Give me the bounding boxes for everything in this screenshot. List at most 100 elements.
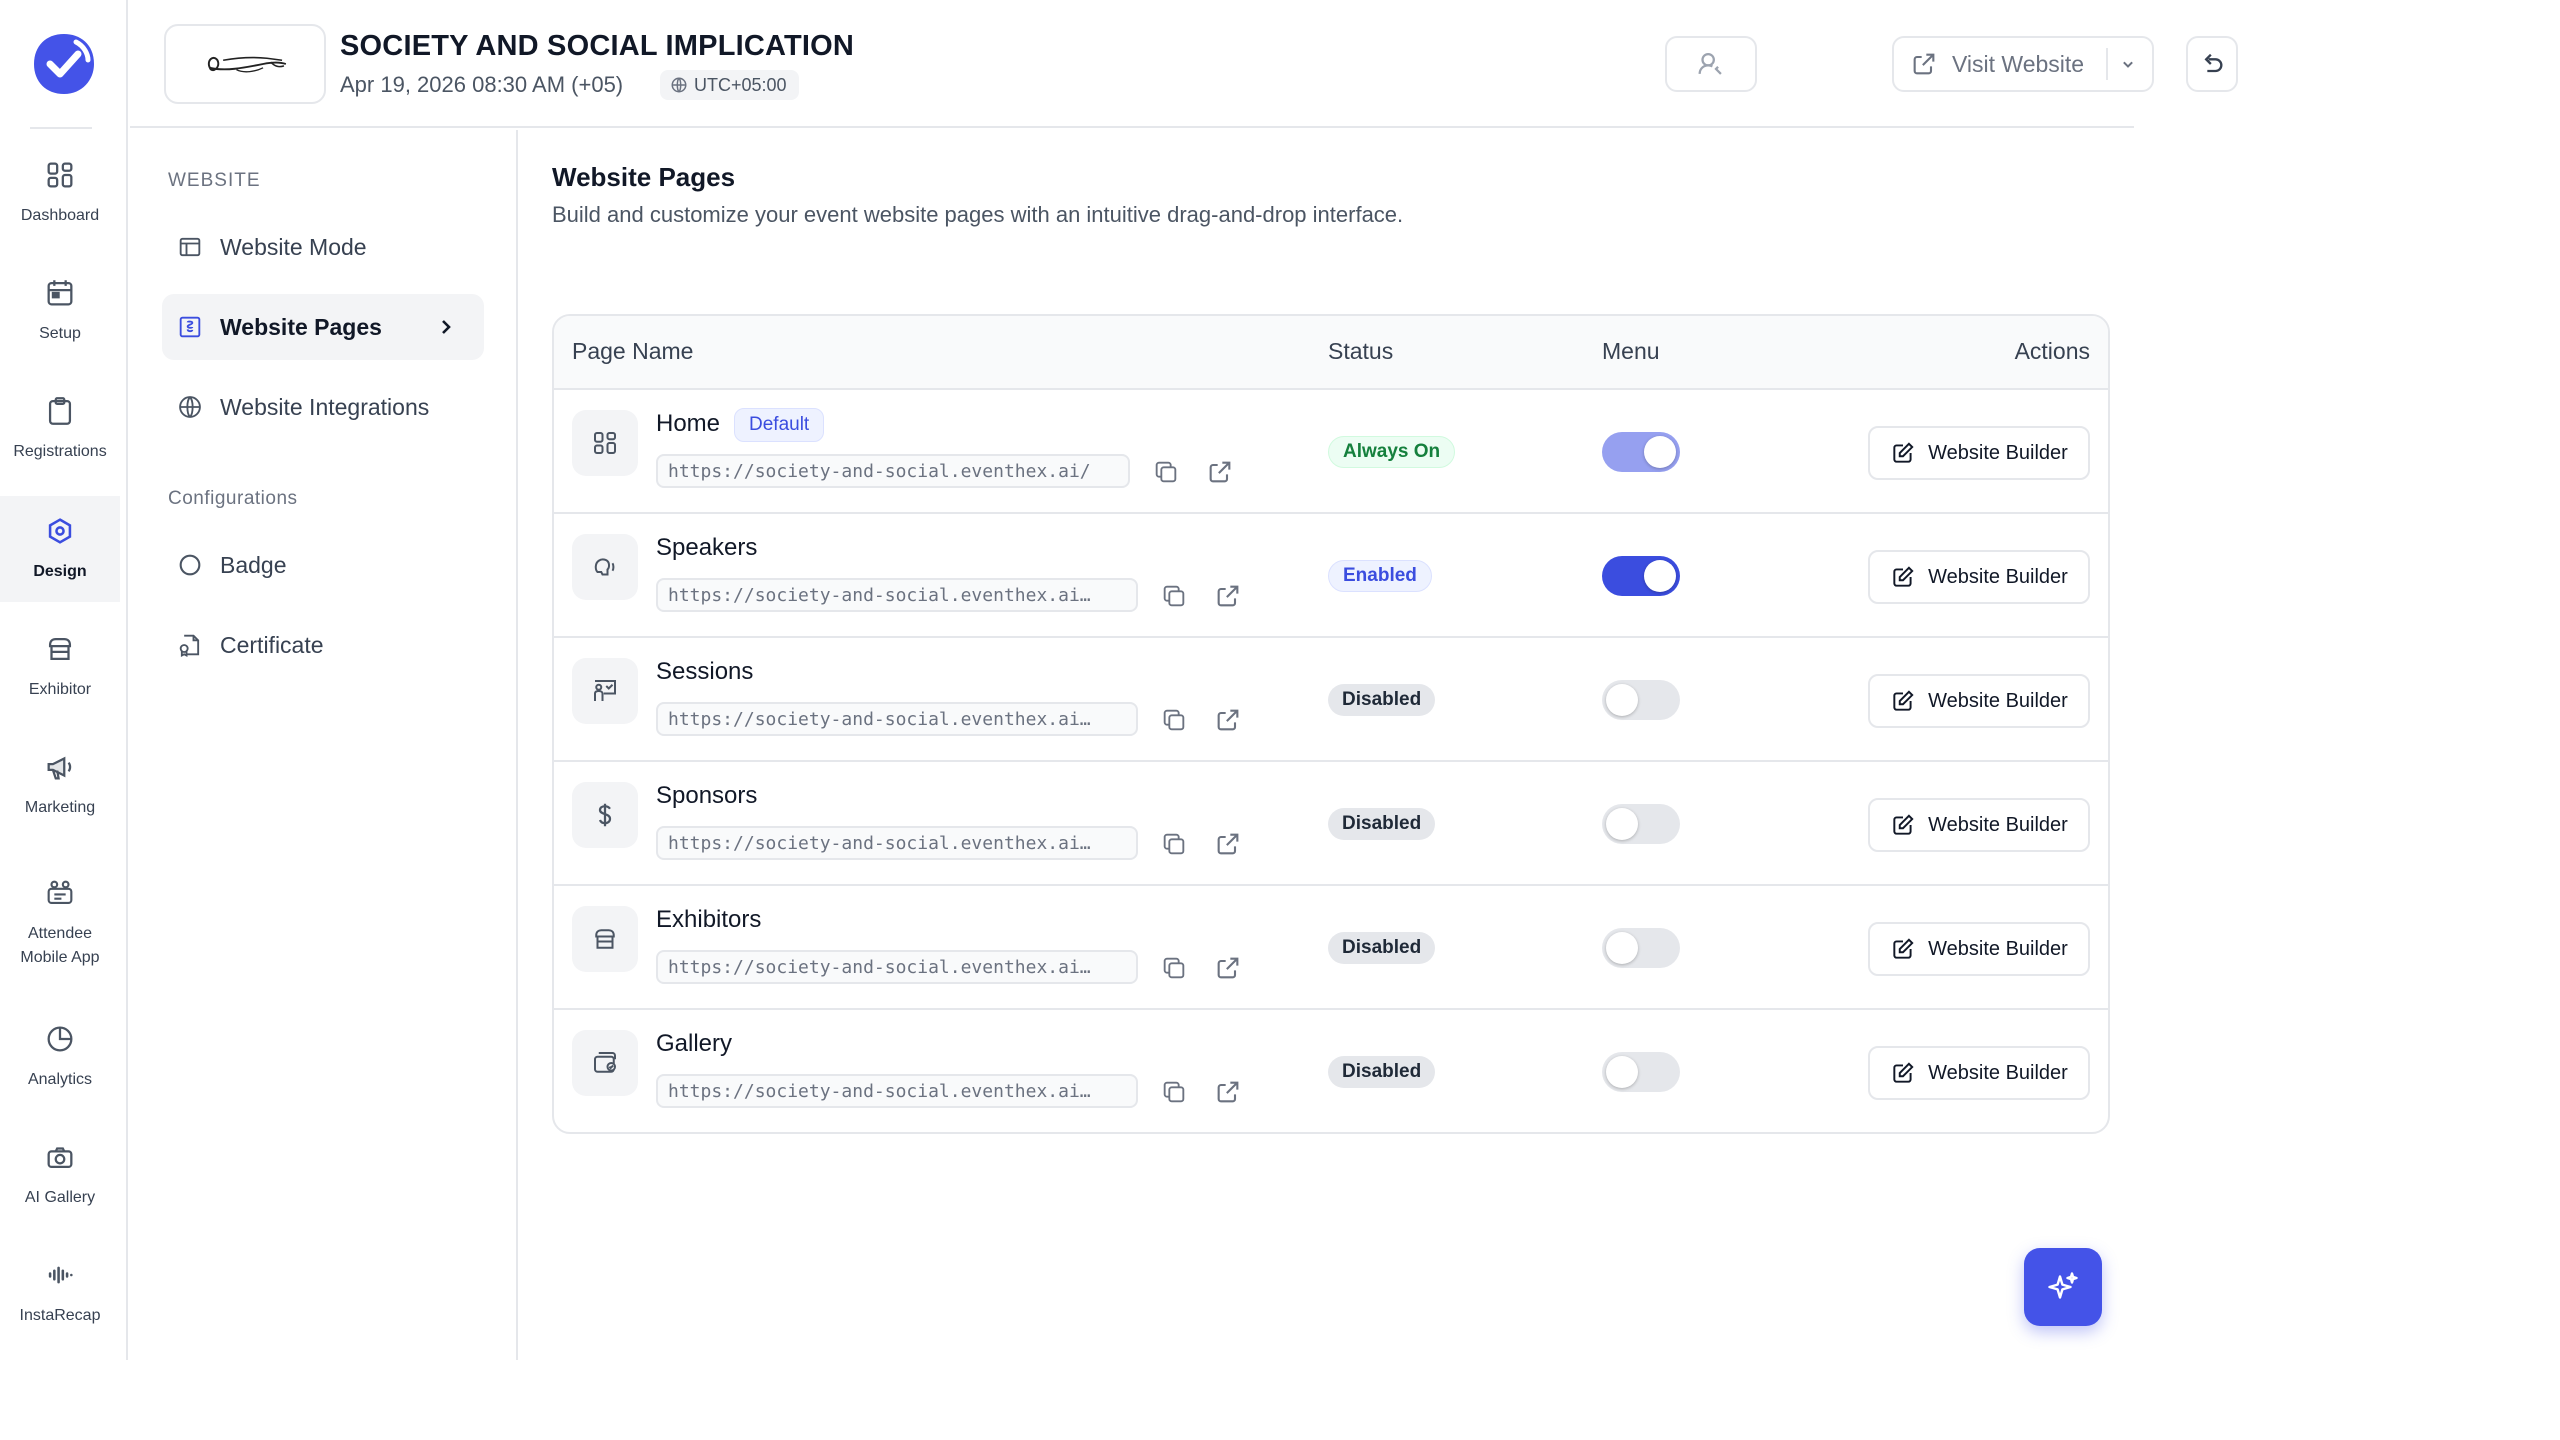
toggle-knob (1644, 436, 1676, 468)
app-logo[interactable] (30, 30, 98, 98)
rail-item-registrations[interactable]: Registrations (0, 376, 120, 482)
menu-toggle[interactable] (1602, 1052, 1680, 1092)
top-header: SOCIETY AND SOCIAL IMPLICATION Apr 19, 2… (130, 0, 2238, 128)
page-url[interactable]: https://society-and-social.eventhex.ai/ (656, 454, 1130, 488)
default-badge: Default (734, 408, 825, 442)
external-link-icon[interactable] (1214, 582, 1242, 610)
external-link-icon[interactable] (1214, 706, 1242, 734)
left-rail: Dashboard Setup Registrations Design Exh… (0, 0, 128, 1360)
page-url[interactable]: https://society-and-social.eventhex.ai… (656, 950, 1138, 984)
rail-item-marketing[interactable]: Marketing (0, 732, 120, 838)
visit-website-button[interactable]: Visit Website (1892, 36, 2154, 92)
website-builder-button[interactable]: Website Builder (1868, 674, 2090, 728)
menu-toggle[interactable] (1602, 432, 1680, 472)
page-url[interactable]: https://society-and-social.eventhex.ai… (656, 826, 1138, 860)
subnav-label: Website Mode (220, 233, 367, 260)
ai-assistant-button[interactable] (2024, 1248, 2102, 1326)
subnav-label: Website Pages (220, 313, 382, 340)
page-url[interactable]: https://society-and-social.eventhex.ai… (656, 1074, 1138, 1108)
audio-wave-icon (43, 1258, 77, 1292)
chevron-down-icon[interactable] (2118, 54, 2138, 74)
website-builder-button[interactable]: Website Builder (1868, 426, 2090, 480)
user-search-icon (1694, 47, 1728, 81)
rail-item-ai-gallery[interactable]: AI Gallery (0, 1122, 120, 1228)
rail-item-dashboard[interactable]: Dashboard (0, 140, 120, 246)
undo-icon (2198, 50, 2226, 78)
rail-item-instarecap[interactable]: InstaRecap (0, 1240, 120, 1346)
website-builder-button[interactable]: Website Builder (1868, 1046, 2090, 1100)
menu-toggle[interactable] (1602, 928, 1680, 968)
undo-button[interactable] (2186, 36, 2238, 92)
timezone-badge: UTC+05:00 (660, 70, 799, 100)
subnav-badge[interactable]: Badge (162, 532, 484, 598)
rail-item-design[interactable]: Design (0, 496, 120, 602)
page-name: Home (656, 410, 721, 437)
timezone-label: UTC+05:00 (694, 74, 787, 95)
website-subnav: WEBSITE Website Mode Website Pages Websi… (130, 130, 518, 1360)
external-link-icon[interactable] (1206, 458, 1234, 486)
page-subtitle: Build and customize your event website p… (552, 202, 1404, 227)
grid-icon (572, 410, 638, 476)
external-link-icon[interactable] (1214, 954, 1242, 982)
col-page-name: Page Name (572, 338, 694, 364)
status-badge: Disabled (1328, 1056, 1436, 1088)
copy-icon[interactable] (1152, 458, 1180, 486)
copy-icon[interactable] (1160, 1078, 1188, 1106)
rail-label: Exhibitor (28, 681, 92, 698)
rail-label: Attendee Mobile App (20, 925, 100, 966)
rail-item-analytics[interactable]: Analytics (0, 1004, 120, 1110)
people-search-button[interactable] (1665, 36, 1757, 92)
website-builder-button[interactable]: Website Builder (1868, 922, 2090, 976)
edit-icon (1890, 440, 1916, 466)
website-builder-label: Website Builder (1928, 565, 2068, 588)
subnav-certificate[interactable]: Certificate (162, 612, 484, 678)
toggle-knob (1606, 684, 1638, 716)
website-builder-label: Website Builder (1928, 441, 2068, 464)
subnav-website-integrations[interactable]: Website Integrations (162, 374, 484, 440)
megaphone-icon (43, 750, 77, 784)
external-link-icon[interactable] (1214, 1078, 1242, 1106)
visit-website-label: Visit Website (1952, 50, 2085, 77)
dollar-icon (572, 782, 638, 848)
website-builder-label: Website Builder (1928, 937, 2068, 960)
pie-chart-icon (43, 1022, 77, 1056)
menu-toggle[interactable] (1602, 556, 1680, 596)
certificate-icon (176, 631, 204, 659)
event-date: Apr 19, 2026 08:30 AM (+05) (340, 72, 624, 97)
subnav-label: Website Integrations (220, 393, 430, 420)
event-title: SOCIETY AND SOCIAL IMPLICATION (340, 30, 855, 62)
rail-item-attendee-app[interactable]: Attendee Mobile App (0, 860, 120, 986)
rail-label: Marketing (24, 799, 96, 816)
subnav-website-mode[interactable]: Website Mode (162, 214, 484, 280)
section-configurations: Configurations (168, 488, 298, 509)
toggle-knob (1644, 560, 1676, 592)
website-builder-label: Website Builder (1928, 1061, 2068, 1084)
button-divider (2106, 48, 2108, 80)
website-builder-button[interactable]: Website Builder (1868, 798, 2090, 852)
rail-item-setup[interactable]: Setup (0, 258, 120, 364)
copy-icon[interactable] (1160, 706, 1188, 734)
menu-toggle[interactable] (1602, 680, 1680, 720)
event-logo[interactable] (164, 24, 326, 104)
copy-icon[interactable] (1160, 954, 1188, 982)
edit-icon (1890, 688, 1916, 714)
clipboard-icon (43, 394, 77, 428)
toggle-knob (1606, 932, 1638, 964)
table-row-gallery: Gallery https://society-and-social.event… (554, 1008, 2108, 1132)
copy-icon[interactable] (1160, 582, 1188, 610)
rail-item-exhibitor[interactable]: Exhibitor (0, 614, 120, 720)
page-name: Gallery (656, 1030, 733, 1057)
subnav-website-pages[interactable]: Website Pages (162, 294, 484, 360)
page-url[interactable]: https://society-and-social.eventhex.ai… (656, 578, 1138, 612)
grid-icon (43, 158, 77, 192)
table-row-exhibitors: Exhibitors https://society-and-social.ev… (554, 884, 2108, 1008)
rail-label: Registrations (13, 443, 107, 460)
page-name: Exhibitors (656, 906, 762, 933)
copy-icon[interactable] (1160, 830, 1188, 858)
circle-icon (176, 551, 204, 579)
page-url[interactable]: https://society-and-social.eventhex.ai… (656, 702, 1138, 736)
menu-toggle[interactable] (1602, 804, 1680, 844)
calendar-icon (43, 276, 77, 310)
website-builder-button[interactable]: Website Builder (1868, 550, 2090, 604)
external-link-icon[interactable] (1214, 830, 1242, 858)
